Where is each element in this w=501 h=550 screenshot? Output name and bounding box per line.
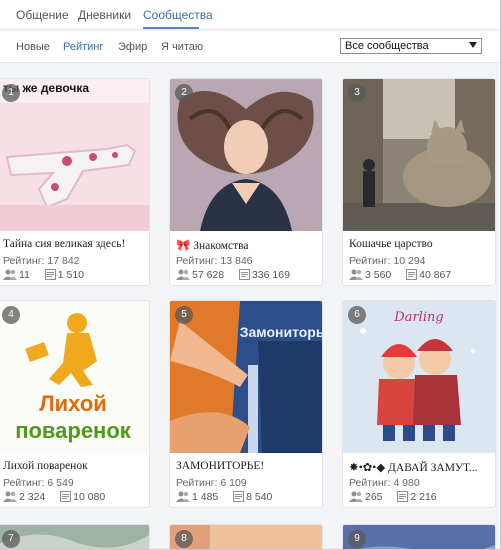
monitor-hand-image: Замониторье	[170, 301, 322, 453]
community-thumbnail[interactable]	[343, 79, 495, 231]
rank-badge: 9	[348, 530, 366, 548]
posts-icon	[233, 491, 245, 502]
posts-count: 1 510	[57, 269, 85, 281]
community-title[interactable]: Лихой поваренок	[3, 460, 145, 472]
posts-icon	[406, 269, 418, 280]
girl-hair-image	[170, 79, 322, 231]
community-filter-select[interactable]: Все сообщества	[340, 38, 482, 54]
members-count: 3 560	[365, 269, 392, 281]
community-card[interactable]: 8	[169, 524, 323, 549]
cook-logo-image: Лихой поваренок	[0, 301, 149, 453]
posts-count: 40 867	[419, 269, 452, 281]
pink-gun-image	[0, 79, 149, 231]
community-rating: Рейтинг: 4 980	[349, 477, 420, 489]
community-title[interactable]: Кошачье царство	[349, 238, 491, 250]
community-rating: Рейтинг: 17 842	[3, 255, 80, 267]
community-rating: Рейтинг: 6 109	[176, 477, 247, 489]
community-title[interactable]: 🎀 Знакомства	[176, 238, 318, 252]
tab-dnevniki[interactable]: Дневники	[78, 8, 131, 22]
members-icon	[176, 491, 190, 502]
community-stats: 265 2 216	[349, 491, 437, 503]
posts-icon	[397, 491, 409, 502]
tab-obshchenie[interactable]: Общение	[16, 8, 69, 22]
rank-badge: 4	[2, 306, 20, 324]
community-rating: Рейтинг: 10 294	[349, 255, 426, 267]
rank-badge: 3	[348, 84, 366, 102]
community-stats: 1 485 8 540	[176, 491, 272, 503]
tab-soobshchestva[interactable]: Сообщества	[143, 8, 213, 22]
community-title[interactable]: Тайна сия великая здесь!	[3, 238, 145, 250]
communities-page: Общение Дневники Сообщества Новые Рейтин…	[0, 0, 501, 550]
posts-icon	[44, 269, 56, 280]
members-icon	[349, 491, 363, 502]
posts-count: 8 540	[246, 491, 273, 503]
rank-badge: 8	[175, 530, 193, 548]
subtab-efir[interactable]: Эфир	[118, 41, 147, 53]
active-tab-indicator	[143, 27, 199, 29]
community-thumbnail[interactable]	[170, 79, 322, 231]
community-card[interactable]: 9	[342, 524, 496, 549]
posts-icon	[238, 269, 250, 280]
members-count: 11	[19, 269, 30, 281]
rank-badge: 7	[2, 530, 20, 548]
community-stats: 11 1 510	[3, 269, 84, 281]
community-stats: 2 324 10 080	[3, 491, 105, 503]
members-icon	[349, 269, 363, 280]
community-rating: Рейтинг: 6 549	[3, 477, 74, 489]
members-count: 2 324	[19, 491, 46, 503]
street-cat-image	[343, 79, 495, 231]
subtab-ya-chitayu[interactable]: Я читаю	[161, 41, 203, 53]
svg-text:поваренок: поваренок	[15, 418, 132, 443]
community-card[interactable]: Darling 6 ✸•✿•◆ ДАВАЙ ЗАМУТ... Рейтинг: …	[342, 300, 496, 508]
top-nav: Общение Дневники Сообщества	[0, 0, 500, 30]
community-thumbnail[interactable]: ты же девочка	[0, 79, 149, 231]
rank-badge: 2	[175, 84, 193, 102]
members-count: 57 628	[192, 269, 225, 281]
kissing-kids-image: Darling	[343, 301, 495, 453]
members-count: 265	[365, 491, 383, 503]
members-icon	[176, 269, 190, 280]
community-image	[0, 525, 149, 549]
community-stats: 57 628 336 169	[176, 269, 290, 281]
community-title[interactable]: ЗАМОНИТОРЬЕ!	[176, 460, 318, 472]
members-icon	[3, 491, 17, 502]
posts-count: 2 216	[410, 491, 437, 503]
members-count: 1 485	[192, 491, 219, 503]
community-card[interactable]: 2 🎀 Знакомства Рейтинг: 13 846 57 628 33…	[169, 78, 323, 286]
community-card[interactable]: ты же девочка 1 Тайна сия великая здесь!…	[0, 78, 150, 286]
rank-badge: 6	[348, 306, 366, 324]
members-icon	[3, 269, 17, 280]
community-filter-value: Все сообщества	[345, 40, 429, 52]
rank-badge: 5	[175, 306, 193, 324]
community-card[interactable]: Замониторье 5 ЗАМОНИТОРЬЕ! Рейтинг: 6 10…	[169, 300, 323, 508]
sub-nav: Новые Рейтинг Эфир Я читаю Все сообществ…	[0, 31, 500, 63]
community-stats: 3 560 40 867	[349, 269, 451, 281]
community-title[interactable]: ✸•✿•◆ ДАВАЙ ЗАМУТ...	[349, 460, 491, 474]
community-card[interactable]: Лихой поваренок 4 Лихой поваренок Рейтин…	[0, 300, 150, 508]
subtab-novye[interactable]: Новые	[16, 41, 50, 53]
posts-count: 10 080	[73, 491, 106, 503]
community-thumbnail[interactable]: Darling	[343, 301, 495, 453]
chevron-down-icon	[469, 42, 477, 48]
svg-text:Лихой: Лихой	[39, 391, 107, 416]
community-card[interactable]: 3 Кошачье царство Рейтинг: 10 294 3 560 …	[342, 78, 496, 286]
subtab-reiting[interactable]: Рейтинг	[63, 41, 103, 53]
posts-icon	[60, 491, 72, 502]
community-thumbnail[interactable]: Лихой поваренок	[0, 301, 149, 453]
svg-text:Замониторье: Замониторье	[240, 324, 322, 340]
community-thumbnail[interactable]: Замониторье	[170, 301, 322, 453]
svg-text:Darling: Darling	[393, 310, 443, 325]
community-rating: Рейтинг: 13 846	[176, 255, 253, 267]
rank-badge: 1	[2, 84, 20, 102]
community-card[interactable]: 7	[0, 524, 150, 549]
posts-count: 336 169	[251, 269, 290, 281]
community-thumbnail[interactable]	[0, 525, 149, 549]
